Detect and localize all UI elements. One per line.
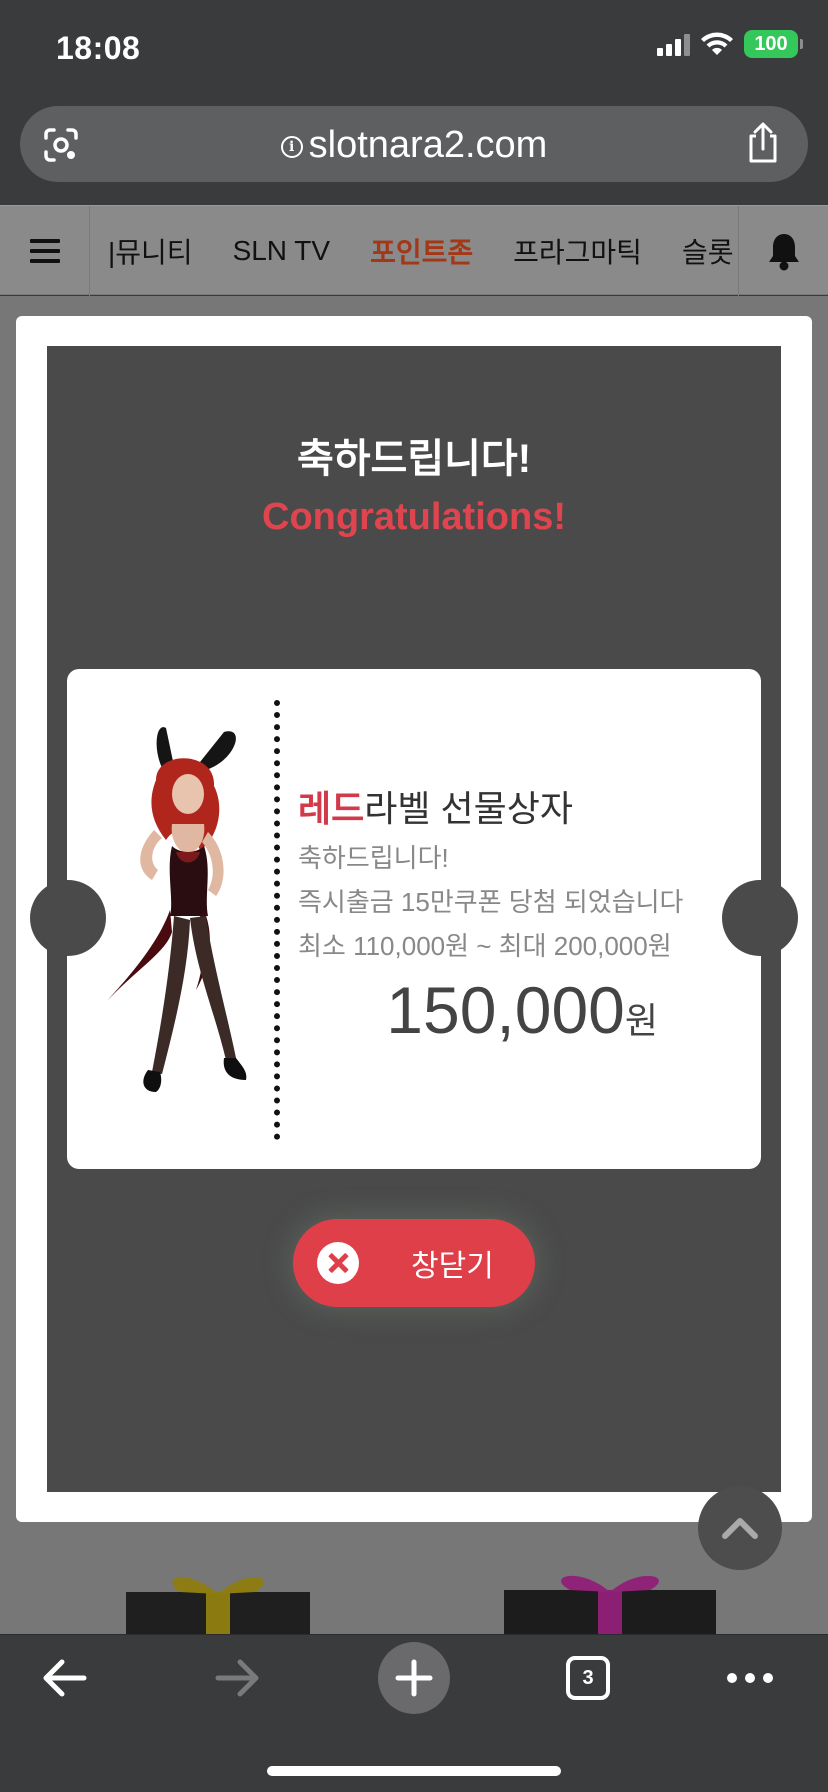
new-tab-icon	[378, 1642, 450, 1714]
nav-item-sln-tv[interactable]: SLN TV	[233, 235, 331, 267]
gift-desc-line1: 축하드립니다!	[298, 843, 449, 873]
forward-icon	[215, 1659, 259, 1697]
close-icon	[317, 1242, 359, 1284]
signal-icon	[657, 32, 690, 56]
gift-title-rest: 라벨 선물상자	[364, 788, 573, 829]
modal-title-ko: 축하드립니다!	[296, 437, 532, 481]
nav-item-community[interactable]: |뮤니티	[108, 231, 193, 271]
url-bar[interactable]: i slotnara2.com	[20, 106, 808, 182]
wifi-icon	[701, 32, 733, 55]
gift-title-highlight: 레드	[298, 788, 365, 829]
url-text[interactable]: i slotnara2.com	[20, 124, 808, 167]
home-indicator	[267, 1766, 561, 1776]
nav-item-pragmatic[interactable]: 프라그마틱	[513, 231, 642, 271]
more-icon	[727, 1673, 773, 1683]
bell-icon	[768, 234, 799, 271]
menu-icon[interactable]	[0, 206, 90, 296]
info-icon[interactable]: i	[280, 135, 303, 158]
close-button-label: 창닫기	[411, 1250, 494, 1283]
new-tab-button[interactable]	[378, 1642, 450, 1714]
back-button[interactable]	[28, 1642, 100, 1714]
gift-desc-line3: 최소 110,000원 ~ 최대 200,000원	[298, 931, 672, 961]
gift-box-image	[126, 1577, 310, 1634]
status-icons: 100	[657, 30, 803, 58]
battery-icon: 100	[744, 30, 803, 58]
nav-item-slot[interactable]: 슬롯	[682, 231, 734, 271]
status-bar: 18:08 100	[0, 0, 828, 100]
tabs-icon: 3	[566, 1656, 610, 1700]
gift-amount-currency: 원	[624, 1000, 658, 1041]
share-icon[interactable]	[744, 122, 782, 164]
notification-button[interactable]	[738, 206, 828, 296]
url-label: slotnara2.com	[308, 124, 548, 166]
scroll-to-top-button[interactable]	[698, 1486, 782, 1570]
tab-count: 3	[582, 1666, 594, 1689]
status-time: 18:08	[56, 30, 141, 66]
gift-box-image	[504, 1575, 716, 1634]
nav-item-point-zone[interactable]: 포인트존	[370, 231, 473, 271]
gift-amount-value: 150,000	[386, 973, 625, 1047]
site-nav: |뮤니티 SLN TV 포인트존 프라그마틱 슬롯	[0, 205, 828, 296]
close-modal-button[interactable]: 창닫기	[293, 1219, 535, 1307]
gift-desc-line2: 즉시출금 15만쿠폰 당첨 되었습니다	[298, 887, 684, 917]
back-icon	[43, 1659, 87, 1697]
ticket-notch	[30, 880, 106, 956]
ticket-notch	[722, 880, 798, 956]
chevron-up-icon	[722, 1518, 758, 1539]
more-button[interactable]	[714, 1642, 786, 1714]
tabs-button[interactable]: 3	[552, 1642, 624, 1714]
modal-title-en: Congratulations!	[262, 496, 566, 538]
bunny-girl-illustration	[108, 727, 247, 1092]
nav-items: |뮤니티 SLN TV 포인트존 프라그마틱 슬롯	[108, 206, 733, 296]
gift-amount: 150,000원	[298, 972, 658, 1048]
forward-button[interactable]	[202, 1642, 274, 1714]
gift-title: 레드라벨 선물상자	[298, 780, 573, 832]
